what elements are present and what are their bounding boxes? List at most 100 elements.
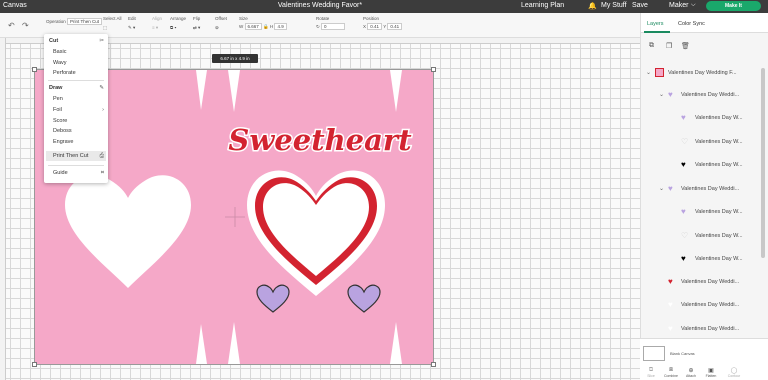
machine-select[interactable]: Maker [669,2,688,9]
height-input[interactable]: 4.9 [274,23,287,30]
layer-row[interactable]: ♥ Valentines Day Weddi... [641,321,761,337]
layer-label: Valentines Day Weddi... [681,92,740,98]
op-basic[interactable]: Basic [53,49,66,55]
slice-label: Slice [647,374,655,378]
arrange-control[interactable]: Arrange ⧉ ▾ [170,16,186,30]
align-label: Align [152,16,163,21]
x-input[interactable]: 0.41 [367,23,383,30]
top-bar: Canvas Valentines Wedding Favor* Learnin… [0,0,768,13]
my-stuff-link[interactable]: My Stuff [601,2,627,9]
resize-handle[interactable] [431,362,436,367]
position-label: Position [363,16,380,21]
layer-row[interactable]: ♥ Valentines Day Weddi... [641,297,761,313]
op-deboss[interactable]: Deboss [53,128,72,134]
heart-icon: ♥ [668,277,673,286]
flatten-button[interactable]: ▣ Flatten [702,367,720,378]
tab-color-sync[interactable]: Color Sync [678,21,705,27]
chevron-down-icon[interactable]: ⌄ [659,185,664,192]
resize-handle[interactable] [32,67,37,72]
layer-label: Valentines Day W... [695,139,743,145]
panel-scrollbar[interactable] [761,68,765,258]
flip-label: Flip [193,16,201,21]
slice-button[interactable]: ⧉ Slice [642,367,660,378]
layer-row[interactable]: ⌄ ♥ Valentines Day Weddi... [641,181,761,197]
tab-layers[interactable]: Layers [647,21,664,27]
edit-control[interactable]: Edit ✎ ▾ [128,16,136,31]
arrange-icon[interactable]: ⧉ ▾ [170,25,186,30]
y-label: Y [383,24,387,29]
x-label: X [363,24,367,29]
op-print-then-cut[interactable]: Print Then Cut [53,153,88,159]
lock-icon[interactable]: 🔒 [263,24,269,29]
op-wavy[interactable]: Wavy [53,60,67,66]
select-all-icon[interactable]: ⬚ [103,25,122,31]
save-button[interactable]: Save [632,2,648,9]
blank-canvas-swatch[interactable] [643,346,665,361]
operation-control[interactable]: Operation Print Then Cut [46,16,102,25]
flip-icon[interactable]: ⇄ ▾ [193,25,200,31]
chevron-down-icon[interactable]: ⌵ [691,2,696,9]
contour-icon: ◯ [730,368,738,374]
op-foil[interactable]: Foil [53,107,62,113]
layer-row[interactable]: ♡ Valentines Day W... [641,228,761,244]
layer-row[interactable]: ⌄ Valentines Day Wedding F... [641,65,761,81]
edit-icon[interactable]: ✎ ▾ [128,25,136,31]
op-engrave[interactable]: Engrave [53,139,74,145]
panel-tabs: Layers Color Sync [641,13,768,33]
position-control[interactable]: Position X 0.41 Y 0.41 [363,16,403,30]
align-icon[interactable]: ≡ ▾ [152,25,162,31]
select-all-label: Select All [103,16,122,21]
layer-label: Valentines Day W... [695,115,743,121]
undo-icon[interactable]: ↶ [8,21,15,30]
duplicate-icon[interactable]: ❐ [666,42,672,50]
op-pen[interactable]: Pen [53,96,63,102]
learning-plan-link[interactable]: Learning Plan [521,2,564,9]
resize-handle[interactable] [431,67,436,72]
offset-control[interactable]: Offset ⊚ [215,16,227,31]
layer-label: Valentines Day Weddi... [681,326,740,332]
bell-icon[interactable]: 🔔 [588,2,597,10]
heart-icon: ♥ [668,300,673,309]
y-input[interactable]: 0.41 [387,23,403,30]
attach-button[interactable]: ⊕ Attach [682,367,700,378]
trash-icon[interactable]: 🗑 [681,42,690,50]
size-control[interactable]: Size W 6.667 🔒 H 4.9 [239,16,287,30]
make-it-button[interactable]: Make It [706,1,761,11]
layer-row[interactable]: ♡ Valentines Day W... [641,134,761,150]
chevron-down-icon[interactable]: ⌄ [659,91,664,98]
layer-row[interactable]: ♥ Valentines Day W... [641,110,761,126]
guide-icon: ⌗ [100,170,104,176]
op-perforate[interactable]: Perforate [53,70,76,76]
operation-select[interactable]: Print Then Cut [67,18,102,25]
width-input[interactable]: 6.667 [244,23,262,30]
heart-icon: ♥ [681,254,686,263]
chevron-right-icon: › [102,107,104,113]
chevron-down-icon[interactable]: ⌄ [646,69,651,76]
height-label: H [269,24,274,29]
resize-handle[interactable] [32,362,37,367]
layer-row[interactable]: ⌄ ♥ Valentines Day Weddi... [641,87,761,103]
op-score[interactable]: Score [53,118,67,124]
op-guide[interactable]: Guide [53,170,68,176]
select-all-control[interactable]: Select All ⬚ [103,16,122,31]
combine-button[interactable]: ⧈ Combine [662,367,680,378]
combine-label: Combine [663,374,678,378]
rotate-input[interactable]: 0 [321,23,346,30]
heart-icon: ♥ [668,90,673,99]
contour-button[interactable]: ◯ Contour [725,367,743,378]
layer-label: Valentines Day W... [695,209,743,215]
redo-icon[interactable]: ↷ [22,21,29,30]
layer-row[interactable]: ♥ Valentines Day W... [641,251,761,267]
rotate-control[interactable]: Rotate ↻ 0 [316,16,346,30]
flip-control[interactable]: Flip ⇄ ▾ [193,16,200,31]
blank-canvas-area: Blank Canvas ⧉ Slice ⧈ Combine ⊕ Attach ▣ Fl… [640,338,768,380]
layer-row[interactable]: ♥ Valentines Day W... [641,157,761,173]
operation-dropdown: Cut ✂ Basic Wavy Perforate Draw ✎ Pen Fo… [44,34,108,183]
layer-row[interactable]: ♥ Valentines Day W... [641,204,761,220]
heart-icon: ♥ [681,160,686,169]
draw-header: Draw [49,85,63,91]
offset-icon[interactable]: ⊚ [215,25,227,31]
layer-row[interactable]: ♥ Valentines Day Weddi... [641,274,761,290]
align-control[interactable]: Align ≡ ▾ [152,16,162,31]
group-icon[interactable]: ⧉ [649,42,654,50]
